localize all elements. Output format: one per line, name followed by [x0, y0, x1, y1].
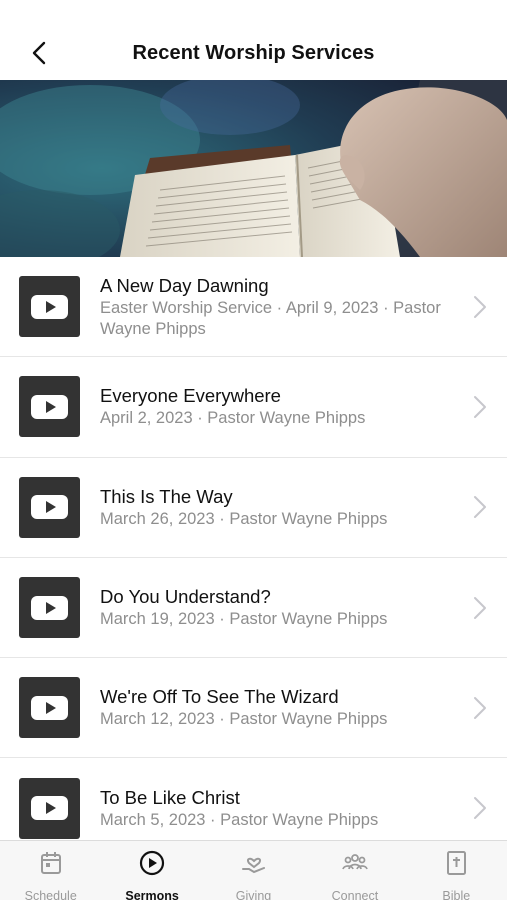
- sermon-list: A New Day Dawning Easter Worship Service …: [0, 257, 507, 840]
- bible-icon: [442, 849, 470, 882]
- sermon-row[interactable]: A New Day Dawning Easter Worship Service …: [0, 257, 507, 358]
- chevron-left-icon: [32, 41, 46, 65]
- tab-bar: Schedule Sermons Giving Connect Bible: [0, 840, 507, 900]
- chevron-right-icon: [474, 295, 486, 318]
- sermon-subtitle: March 19, 2023 · Pastor Wayne Phipps: [100, 610, 388, 629]
- sermon-title: This Is The Way: [100, 485, 233, 507]
- video-play-icon: [31, 595, 68, 620]
- sermon-text: Do You Understand? March 19, 2023 · Pasto…: [100, 585, 507, 630]
- sermon-row[interactable]: This Is The Way March 26, 2023 · Pastor W…: [0, 458, 507, 558]
- tab-label: Bible: [442, 889, 471, 900]
- sermon-subtitle: Easter Worship Service · April 9, 2023 ·…: [100, 298, 441, 338]
- sermon-text: This Is The Way March 26, 2023 · Pastor W…: [100, 485, 507, 530]
- chevron-right-icon: [474, 496, 486, 519]
- sermon-subtitle: April 2, 2023 · Pastor Wayne Phipps: [100, 409, 366, 428]
- video-play-icon: [31, 695, 68, 720]
- sermon-row[interactable]: Everyone Everywhere April 2, 2023 · Pasto…: [0, 357, 507, 458]
- sermon-text: We're Off To See The Wizard March 12, 202…: [100, 685, 507, 730]
- chevron-right-icon: [474, 395, 486, 418]
- sermon-text: To Be Like Christ March 5, 2023 · Pastor …: [100, 786, 507, 831]
- sermon-title: To Be Like Christ: [100, 786, 240, 808]
- video-thumbnail: [19, 276, 80, 338]
- video-play-icon: [31, 495, 68, 520]
- tab-label: Giving: [235, 889, 272, 900]
- sermon-subtitle: March 12, 2023 · Pastor Wayne Phipps: [100, 710, 388, 729]
- video-thumbnail: [19, 577, 80, 639]
- tab-sermons[interactable]: Sermons: [101, 841, 202, 900]
- giving-hand-icon: [240, 849, 268, 882]
- nav-header: Recent Worship Services: [0, 26, 507, 80]
- sermon-title: A New Day Dawning: [100, 274, 269, 296]
- play-circle-icon: [138, 849, 166, 882]
- sermon-title: We're Off To See The Wizard: [100, 686, 339, 708]
- status-bar: [0, 0, 507, 26]
- sermon-subtitle: March 5, 2023 · Pastor Wayne Phipps: [100, 810, 379, 829]
- chevron-right-icon: [474, 596, 486, 619]
- sermon-row[interactable]: To Be Like Christ March 5, 2023 · Pastor …: [0, 758, 507, 840]
- sermon-row[interactable]: We're Off To See The Wizard March 12, 202…: [0, 658, 507, 759]
- chevron-right-icon: [474, 696, 486, 719]
- tab-bible[interactable]: Bible: [406, 841, 507, 900]
- sermon-text: A New Day Dawning Easter Worship Service …: [100, 274, 507, 340]
- sermon-title: Everyone Everywhere: [100, 385, 281, 407]
- sermon-row[interactable]: Do You Understand? March 19, 2023 · Pasto…: [0, 558, 507, 659]
- back-button[interactable]: [24, 38, 54, 68]
- video-thumbnail: [19, 376, 80, 438]
- chevron-right-icon: [474, 797, 486, 820]
- page-title: Recent Worship Services: [132, 41, 375, 64]
- tab-connect[interactable]: Connect: [304, 841, 405, 900]
- hero-image: [0, 80, 507, 257]
- tab-schedule[interactable]: Schedule: [0, 841, 101, 900]
- tab-label: Schedule: [24, 889, 77, 900]
- video-thumbnail: [19, 677, 80, 739]
- sermon-subtitle: March 26, 2023 · Pastor Wayne Phipps: [100, 509, 388, 528]
- video-thumbnail: [19, 777, 80, 839]
- tab-label: Connect: [331, 889, 379, 900]
- tab-label: Sermons: [125, 889, 179, 900]
- sermon-title: Do You Understand?: [100, 586, 271, 608]
- sermon-text: Everyone Everywhere April 2, 2023 · Pasto…: [100, 384, 507, 429]
- people-group-icon: [341, 849, 369, 882]
- calendar-icon: [37, 849, 65, 882]
- video-play-icon: [31, 394, 68, 419]
- video-play-icon: [31, 294, 68, 319]
- video-thumbnail: [19, 476, 80, 538]
- tab-giving[interactable]: Giving: [203, 841, 304, 900]
- video-play-icon: [31, 796, 68, 821]
